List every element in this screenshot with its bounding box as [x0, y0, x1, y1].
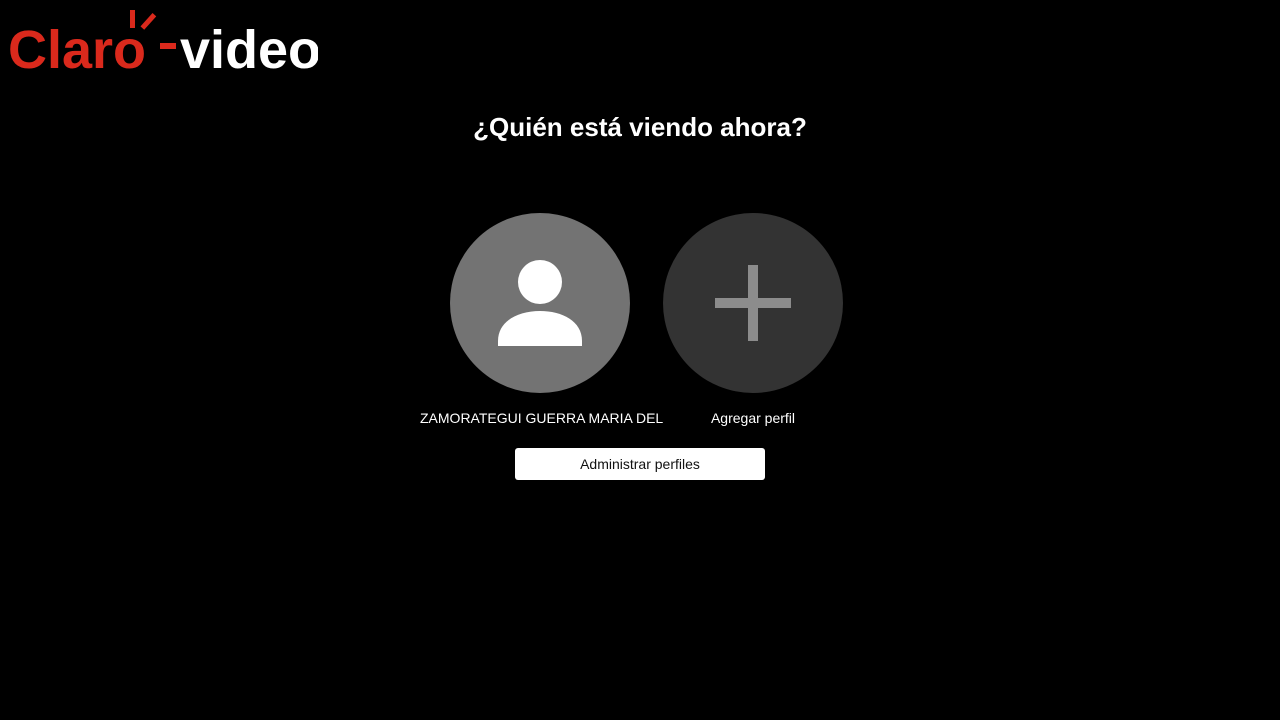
add-profile-avatar[interactable] — [663, 213, 843, 393]
profile-avatar[interactable] — [450, 213, 630, 393]
profile-item-user[interactable]: ZAMORATEGUI GUERRA MARIA DEL — [420, 213, 664, 426]
profile-selection-page: Claro video ¿Quién está viendo ahora? ZA… — [0, 0, 1280, 720]
add-profile-item[interactable]: Agregar perfil — [633, 213, 873, 426]
page-title: ¿Quién está viendo ahora? — [473, 112, 807, 142]
add-profile-label: Agregar perfil — [710, 410, 796, 426]
logo-text-claro: Claro — [8, 20, 146, 74]
profile-name: ZAMORATEGUI GUERRA MARIA DEL — [420, 410, 664, 426]
claro-video-logo: Claro video — [8, 8, 318, 74]
user-icon — [498, 260, 582, 346]
manage-profiles-button[interactable]: Administrar perfiles — [515, 448, 765, 480]
profiles-list: ZAMORATEGUI GUERRA MARIA DEL Agregar per… — [0, 213, 1280, 433]
plus-icon — [715, 265, 791, 341]
logo-text-video: video — [180, 20, 318, 74]
